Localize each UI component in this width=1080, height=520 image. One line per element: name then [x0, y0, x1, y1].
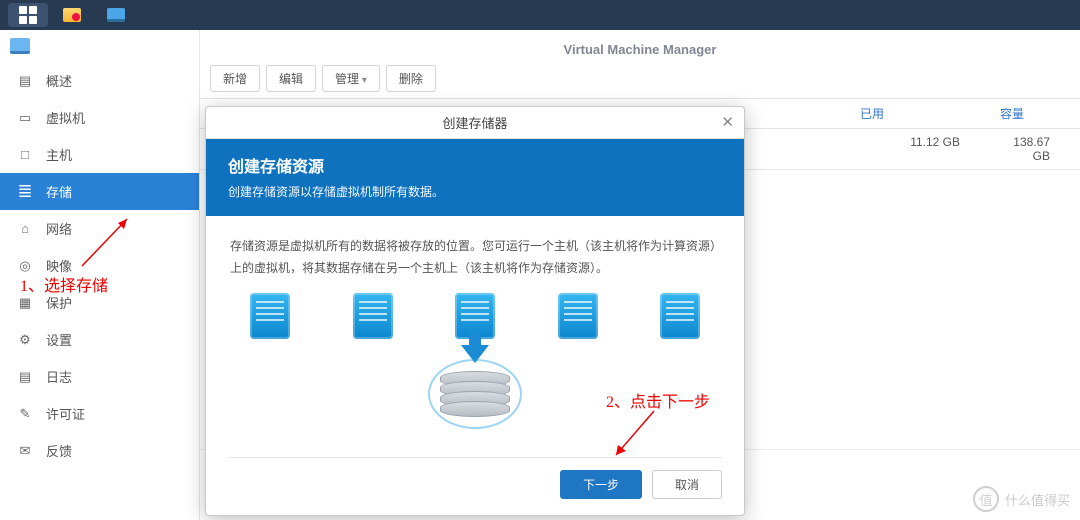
watermark-logo-icon: 值 — [973, 486, 999, 512]
watermark: 值 什么值得买 — [973, 486, 1070, 512]
arrow-database-illustration — [230, 339, 720, 437]
server-icon — [250, 293, 290, 339]
taskbar-vmm-button[interactable] — [96, 3, 136, 27]
sidebar-item-vm[interactable]: 虚拟机 — [0, 99, 199, 136]
close-icon[interactable]: ✕ — [721, 113, 734, 131]
sidebar-item-license[interactable]: 许可证 — [0, 395, 199, 432]
servers-illustration — [230, 279, 720, 339]
sidebar-item-label: 概述 — [46, 71, 72, 90]
protect-icon — [16, 295, 34, 311]
server-icon — [558, 293, 598, 339]
license-icon — [16, 406, 34, 422]
sidebar-item-host[interactable]: 主机 — [0, 136, 199, 173]
page-title: Virtual Machine Manager — [200, 30, 1080, 65]
chevron-down-icon — [359, 72, 367, 86]
dashboard-icon — [16, 73, 34, 89]
sidebar-item-log[interactable]: 日志 — [0, 358, 199, 395]
settings-icon — [16, 332, 34, 348]
taskbar-apps-button[interactable] — [8, 3, 48, 27]
image-icon — [16, 258, 34, 274]
folder-icon — [63, 8, 81, 22]
col-used[interactable]: 已用 — [850, 99, 990, 128]
sidebar-item-label: 保护 — [46, 293, 72, 312]
sidebar-item-label: 反馈 — [46, 441, 72, 460]
next-button[interactable]: 下一步 — [560, 470, 642, 499]
network-icon — [16, 221, 34, 237]
log-icon — [16, 369, 34, 385]
sidebar-item-overview[interactable]: 概述 — [0, 62, 199, 99]
server-icon — [353, 293, 393, 339]
sidebar-item-label: 日志 — [46, 367, 72, 386]
sidebar-item-network[interactable]: 网络 — [0, 210, 199, 247]
delete-button[interactable]: 删除 — [386, 65, 436, 92]
sidebar-item-settings[interactable]: 设置 — [0, 321, 199, 358]
add-button[interactable]: 新增 — [210, 65, 260, 92]
banner-title: 创建存储资源 — [228, 153, 722, 177]
storage-icon — [16, 184, 34, 200]
modal-description: 存储资源是虚拟机所有的数据将被存放的位置。您可运行一个主机（该主机将作为计算资源… — [230, 236, 720, 279]
modal-titlebar: 创建存储器 ✕ — [206, 107, 744, 139]
os-taskbar — [0, 0, 1080, 30]
sidebar-item-label: 网络 — [46, 219, 72, 238]
sidebar-item-feedback[interactable]: 反馈 — [0, 432, 199, 469]
sidebar-item-image[interactable]: 映像 — [0, 247, 199, 284]
manage-label: 管理 — [335, 72, 359, 86]
sidebar: 概述 虚拟机 主机 存储 网络 映像 保护 设置 日志 许可证 反馈 — [0, 30, 200, 520]
sidebar-item-label: 存储 — [46, 182, 72, 201]
cell-used: 11.12 GB — [850, 129, 990, 169]
toolbar: 新增 编辑 管理 删除 — [200, 65, 1080, 98]
app-icon — [10, 38, 30, 54]
modal-title: 创建存储器 — [442, 113, 507, 132]
taskbar-files-button[interactable] — [52, 3, 92, 27]
modal-banner: 创建存储资源 创建存储资源以存储虚拟机制所有数据。 — [206, 139, 744, 216]
monitor-icon — [107, 8, 125, 22]
sidebar-item-storage[interactable]: 存储 — [0, 173, 199, 210]
sidebar-item-label: 主机 — [46, 145, 72, 164]
cell-capacity: 138.67 GB — [990, 129, 1080, 169]
sidebar-item-label: 映像 — [46, 256, 72, 275]
vm-icon — [16, 110, 34, 126]
feedback-icon — [16, 443, 34, 459]
sidebar-item-label: 设置 — [46, 330, 72, 349]
host-icon — [16, 147, 34, 163]
sidebar-item-label: 许可证 — [46, 404, 85, 423]
banner-subtitle: 创建存储资源以存储虚拟机制所有数据。 — [228, 183, 722, 200]
modal-body: 存储资源是虚拟机所有的数据将被存放的位置。您可运行一个主机（该主机将作为计算资源… — [206, 216, 744, 447]
server-icon — [660, 293, 700, 339]
database-icon — [440, 371, 510, 417]
edit-button[interactable]: 编辑 — [266, 65, 316, 92]
sidebar-item-protect[interactable]: 保护 — [0, 284, 199, 321]
watermark-text: 什么值得买 — [1005, 490, 1070, 509]
sidebar-item-label: 虚拟机 — [46, 108, 85, 127]
grid-icon — [19, 6, 37, 24]
create-storage-modal: 创建存储器 ✕ 创建存储资源 创建存储资源以存储虚拟机制所有数据。 存储资源是虚… — [205, 106, 745, 516]
cancel-button[interactable]: 取消 — [652, 470, 722, 499]
manage-button[interactable]: 管理 — [322, 65, 380, 92]
col-capacity[interactable]: 容量 — [990, 99, 1080, 128]
modal-footer: 下一步 取消 — [206, 458, 744, 515]
